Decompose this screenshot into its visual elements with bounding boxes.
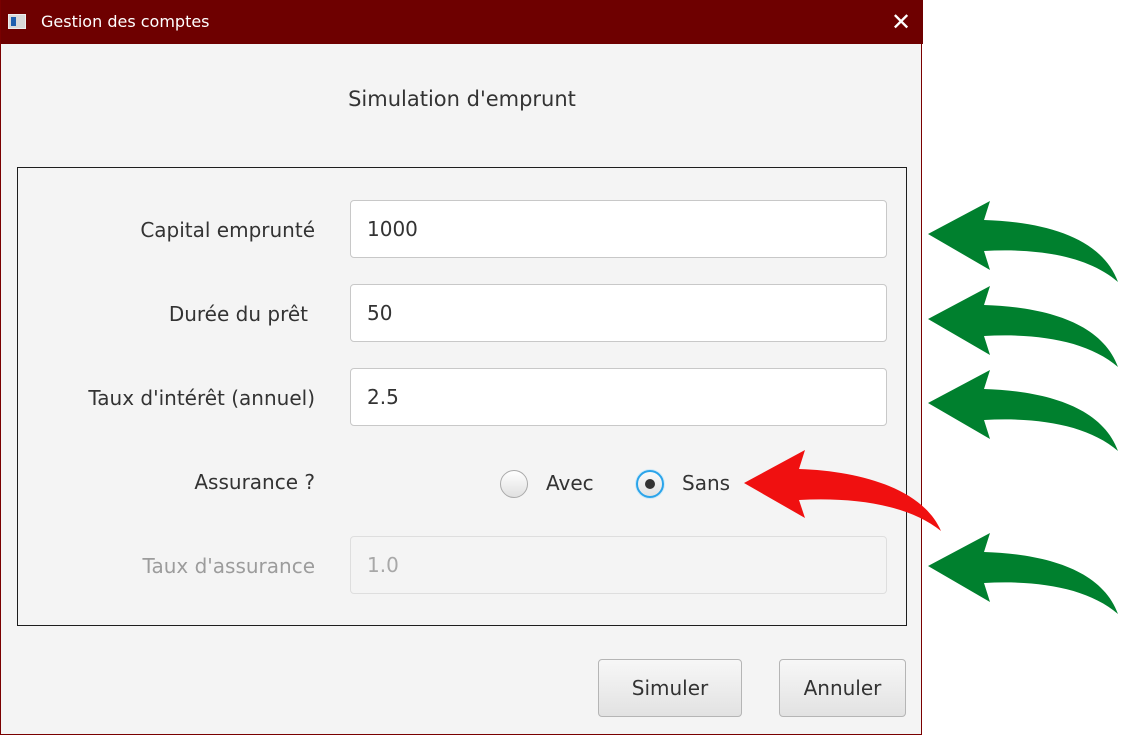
green-arrow-duree — [928, 286, 1118, 367]
form-panel: Capital emprunté Durée du prêt Taux d'in… — [17, 167, 907, 626]
window-title: Gestion des comptes — [41, 12, 210, 31]
simuler-button[interactable]: Simuler — [598, 659, 742, 717]
taux-interet-input[interactable] — [350, 368, 887, 426]
annuler-button[interactable]: Annuler — [779, 659, 906, 717]
dialog-heading: Simulation d'emprunt — [348, 87, 576, 111]
taux-assurance-label: Taux d'assurance — [142, 554, 315, 578]
capital-input[interactable] — [350, 200, 887, 258]
green-arrow-taux-interet — [928, 370, 1118, 451]
radio-avec-label[interactable]: Avec — [546, 471, 594, 495]
taux-assurance-input — [350, 536, 887, 594]
duree-input[interactable] — [350, 284, 887, 342]
capital-label: Capital emprunté — [140, 218, 315, 242]
close-icon[interactable]: ✕ — [879, 0, 923, 44]
green-arrow-capital — [928, 201, 1118, 282]
radio-avec-circle[interactable] — [500, 470, 528, 498]
dialog-window: Gestion des comptes ✕ Simulation d'empru… — [0, 0, 923, 735]
green-arrow-taux-assurance — [928, 533, 1118, 614]
title-bar[interactable]: Gestion des comptes ✕ — [1, 0, 923, 44]
app-window-icon — [8, 14, 26, 29]
duree-label: Durée du prêt — [168, 302, 308, 326]
radio-sans-label[interactable]: Sans — [682, 471, 730, 495]
assurance-label: Assurance ? — [194, 470, 315, 494]
radio-sans-circle[interactable] — [636, 470, 664, 498]
taux-interet-label: Taux d'intérêt (annuel) — [88, 386, 315, 410]
red-arrow-assurance — [744, 450, 941, 531]
